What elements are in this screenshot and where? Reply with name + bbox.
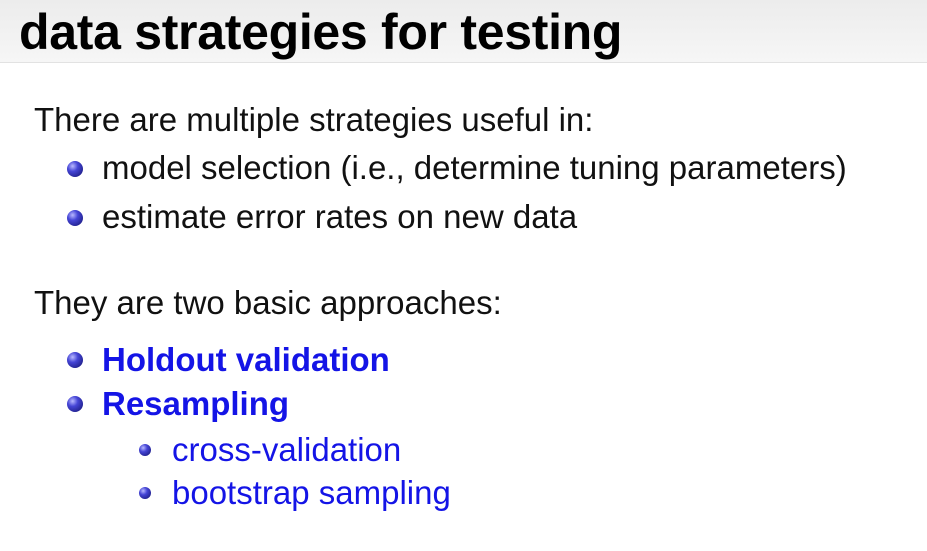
- resampling-cross-validation: cross-validation: [172, 431, 402, 468]
- sub-bullet-icon: [139, 487, 151, 499]
- approach-holdout-validation: Holdout validation: [102, 341, 390, 378]
- bullet-icon: [67, 396, 83, 412]
- approaches-intro-text: They are two basic approaches:: [34, 284, 502, 321]
- title-bar: data strategies for testing: [0, 0, 927, 63]
- resampling-bootstrap-sampling: bootstrap sampling: [172, 474, 451, 511]
- approach-resampling: Resampling: [102, 385, 290, 422]
- sub-bullet-icon: [139, 444, 151, 456]
- intro-text: There are multiple strategies useful in:: [34, 101, 594, 138]
- slide-title: data strategies for testing: [19, 4, 623, 60]
- bullet-icon: [67, 210, 83, 226]
- use-item-error-rates: estimate error rates on new data: [102, 198, 578, 235]
- bullet-icon: [67, 352, 83, 368]
- use-item-model-selection: model selection (i.e., determine tuning …: [102, 149, 847, 186]
- bullet-icon: [67, 161, 83, 177]
